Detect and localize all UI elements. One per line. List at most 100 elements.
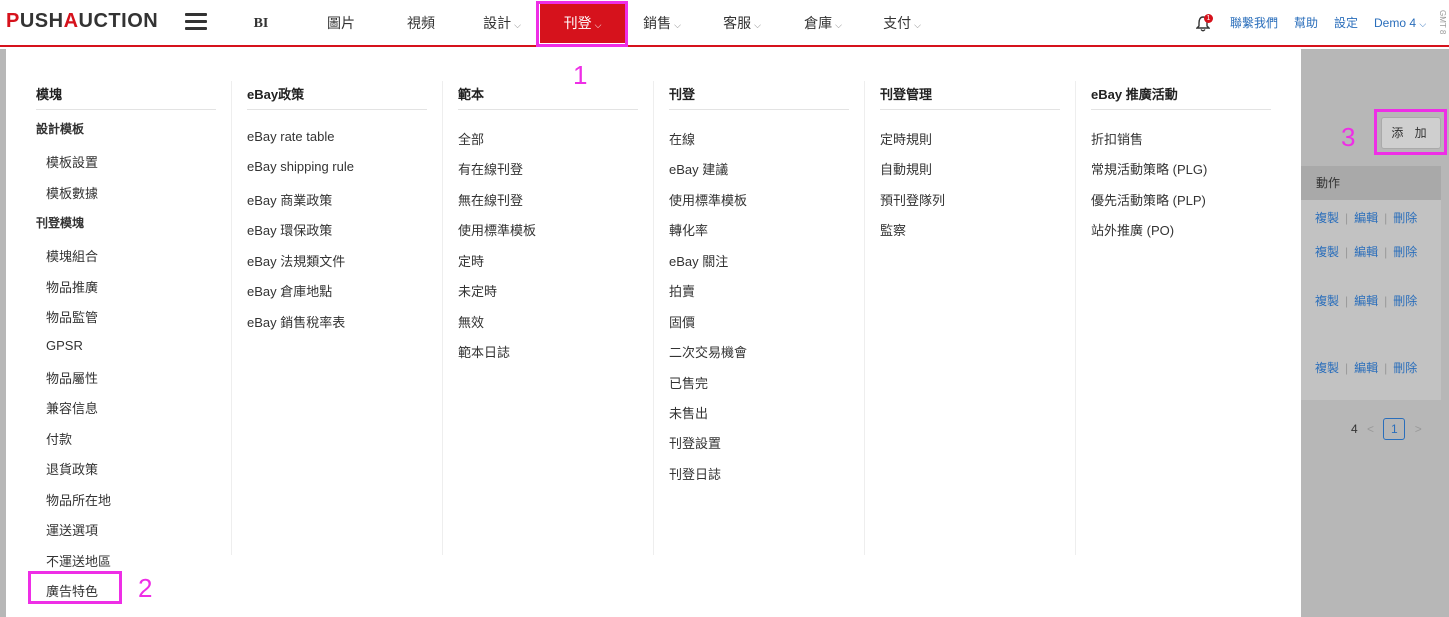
menu-link[interactable]: 退貨政策 [46,459,98,478]
menu-link[interactable]: eBay shipping rule [247,159,354,174]
table-row: 複製 | 編輯 | 刪除 [1315,294,1418,308]
chevron-down-icon: ⌵ [674,20,681,30]
listing-mega-menu: 模塊 設計模板 模板設置 模板數據 刊登模塊 模塊組合 物品推廣 物品監管 GP… [6,49,1301,617]
menu-link[interactable]: 自動規則 [880,159,932,178]
menu-link[interactable]: 付款 [46,429,72,448]
nav-item-payment[interactable]: 支付 ⌵ [879,0,925,47]
prev-page-button[interactable]: < [1367,422,1374,436]
menu-subheading: 設計模板 [36,122,85,136]
menu-link[interactable]: 有在線刊登 [458,159,523,178]
menu-column-listings: 刊登 在線 eBay 建議 使用標準模板 轉化率 eBay 關注 拍賣 固價 二… [669,49,849,554]
nav-item-design[interactable]: 設計 ⌵ [479,0,525,47]
menu-link[interactable]: 未定時 [458,281,497,300]
menu-column-title: 模塊 [36,87,63,102]
menu-link[interactable]: 兼容信息 [46,398,98,417]
notification-badge: 1 [1204,14,1213,23]
contact-us-link[interactable]: 聯繫我們 [1230,0,1278,47]
menu-link[interactable]: 已售完 [669,373,708,392]
chevron-down-icon: ⌵ [914,20,921,30]
help-link[interactable]: 幫助 [1294,0,1318,47]
menu-link[interactable]: 未售出 [669,403,708,422]
menu-link[interactable]: 二次交易機會 [669,342,747,361]
delete-link[interactable]: 刪除 [1393,361,1417,375]
menu-link[interactable]: eBay 關注 [669,251,728,270]
menu-link[interactable]: 定時 [458,251,484,270]
menu-link[interactable]: eBay 倉庫地點 [247,281,332,300]
menu-link[interactable]: 模板數據 [46,183,98,202]
delete-link[interactable]: 刪除 [1393,294,1417,308]
menu-link[interactable]: 物品監管 [46,307,98,326]
menu-link[interactable]: 範本日誌 [458,342,510,361]
menu-link[interactable]: 刊登日誌 [669,464,721,483]
menu-link[interactable]: 物品推廣 [46,277,98,296]
menu-link[interactable]: eBay 法規類文件 [247,251,345,270]
timezone-label: GMT 8 [1438,10,1447,35]
annotation-box-2 [28,571,122,604]
menu-link[interactable]: 在線 [669,129,695,148]
menu-link[interactable]: 不運送地區 [46,551,111,570]
hamburger-menu-icon[interactable] [185,13,207,31]
menu-column-modules: 模塊 設計模板 模板設置 模板數據 刊登模塊 模塊組合 物品推廣 物品監管 GP… [36,49,216,599]
menu-link[interactable]: 物品所在地 [46,490,111,509]
menu-link[interactable]: 無效 [458,312,484,331]
copy-link[interactable]: 複製 [1315,211,1339,225]
annotation-number-1: 1 [573,60,588,90]
menu-link[interactable]: 模板設置 [46,152,98,171]
menu-link[interactable]: eBay 銷售稅率表 [247,312,345,331]
menu-column-listing-management: 刊登管理 定時規則 自動規則 預刊登隊列 監察 [880,49,1060,554]
menu-link[interactable]: 刊登設置 [669,433,721,452]
edit-link[interactable]: 編輯 [1354,245,1378,259]
menu-link[interactable]: GPSR [46,338,83,353]
menu-link[interactable]: 使用標準模板 [669,190,747,209]
nav-item-images[interactable]: 圖片 [323,0,359,47]
nav-item-videos[interactable]: 視頻 [403,0,439,47]
menu-link[interactable]: eBay 環保政策 [247,220,332,239]
table-row: 複製 | 編輯 | 刪除 [1315,245,1418,259]
menu-link[interactable]: 全部 [458,129,484,148]
chevron-down-icon: ⌵ [1419,19,1427,29]
copy-link[interactable]: 複製 [1315,245,1339,259]
edit-link[interactable]: 編輯 [1354,211,1378,225]
edit-link[interactable]: 編輯 [1354,294,1378,308]
menu-link[interactable]: 固價 [669,312,695,331]
menu-link[interactable]: 預刊登隊列 [880,190,945,209]
menu-link[interactable]: 定時規則 [880,129,932,148]
table-header-actions: 動作 [1301,166,1441,200]
menu-link[interactable]: 無在線刊登 [458,190,523,209]
settings-link[interactable]: 設定 [1334,0,1358,47]
pagination: 4 < 1 > [1351,418,1428,440]
nav-item-sales[interactable]: 銷售 ⌵ [639,0,685,47]
menu-column-templates: 範本 全部 有在線刊登 無在線刊登 使用標準模板 定時 未定時 無效 範本日誌 [458,49,638,554]
menu-link[interactable]: 使用標準模板 [458,220,536,239]
menu-link[interactable]: 運送選項 [46,520,98,539]
menu-column-ebay-promotions: eBay 推廣活動 折扣销售 常規活動策略 (PLG) 優先活動策略 (PLP)… [1091,49,1271,554]
nav-item-customer-service[interactable]: 客服 ⌵ [719,0,765,47]
menu-link[interactable]: 優先活動策略 (PLP) [1091,190,1206,209]
chevron-down-icon: ⌵ [754,20,761,30]
total-count: 4 [1351,422,1358,436]
menu-link[interactable]: 物品屬性 [46,368,98,387]
menu-link[interactable]: 監察 [880,220,906,239]
page-1-button[interactable]: 1 [1383,418,1406,440]
nav-item-bi[interactable]: BI [248,0,274,47]
menu-link[interactable]: eBay rate table [247,129,334,144]
pushauction-logo[interactable]: PUSHAUCTION [6,10,158,33]
copy-link[interactable]: 複製 [1315,294,1339,308]
menu-link[interactable]: 折扣销售 [1091,129,1143,148]
menu-link[interactable]: 站外推廣 (PO) [1091,220,1174,239]
delete-link[interactable]: 刪除 [1393,245,1417,259]
copy-link[interactable]: 複製 [1315,361,1339,375]
menu-link[interactable]: 模塊組合 [46,246,98,265]
edit-link[interactable]: 編輯 [1354,361,1378,375]
annotation-box-3 [1374,109,1447,155]
menu-link[interactable]: 拍賣 [669,281,695,300]
next-page-button[interactable]: > [1415,422,1422,436]
menu-column-title: eBay 推廣活動 [1091,87,1178,102]
user-menu[interactable]: Demo 4 ⌵ [1374,0,1426,48]
menu-link[interactable]: 轉化率 [669,220,708,239]
delete-link[interactable]: 刪除 [1393,211,1417,225]
menu-link[interactable]: 常規活動策略 (PLG) [1091,159,1207,178]
nav-item-warehouse[interactable]: 倉庫 ⌵ [800,0,846,47]
menu-link[interactable]: eBay 商業政策 [247,190,332,209]
menu-link[interactable]: eBay 建議 [669,159,728,178]
